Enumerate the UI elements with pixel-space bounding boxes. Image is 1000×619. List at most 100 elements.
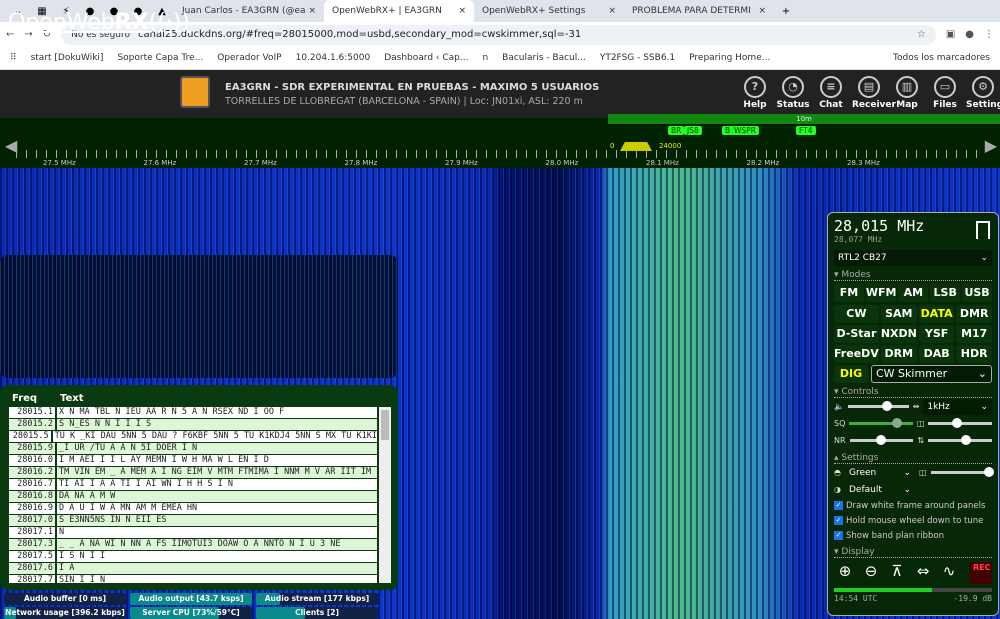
close-icon[interactable]: × — [758, 6, 766, 16]
nav-receiver[interactable]: ▤ Receiver — [852, 76, 896, 110]
bookmark-marker[interactable]: FT4 — [796, 126, 816, 135]
nav-files[interactable]: ▭ Files — [928, 76, 962, 110]
display-section-toggle[interactable]: ▾ Display — [834, 547, 992, 558]
profile-avatar[interactable]: ● — [965, 29, 974, 40]
bandwidth-select[interactable]: 1kHz ⌄ — [923, 398, 993, 415]
bookmark[interactable]: Soporte Capa Tre... — [117, 53, 203, 63]
table-row[interactable]: 28016.9 D A U I W A MN AM M EMEA HN — [9, 503, 377, 515]
bookmark[interactable]: YT2FSG - SSB6.1 — [600, 53, 675, 63]
bookmark[interactable]: n — [482, 53, 488, 63]
squelch-slider[interactable] — [849, 418, 913, 428]
bookmark-marker[interactable]: JS8 — [684, 126, 702, 135]
table-row[interactable]: 28016.7 TI AI I A A TI I AI WN I H H S I … — [9, 479, 377, 491]
controls-section-toggle[interactable]: ▾ Controls — [834, 387, 992, 398]
profile-select[interactable]: RTL2 CB27 ⌄ — [834, 250, 992, 266]
table-row[interactable]: 28015.9 _I UR /TU A A N 5I DOER I N — [9, 443, 377, 455]
url-input[interactable]: No es seguro canal25.duckdns.org/#freq=28… — [61, 24, 936, 45]
nav-map[interactable]: ▥ Map — [890, 76, 924, 110]
mode-button-ysf[interactable]: YSF — [918, 325, 955, 343]
squelch-label[interactable]: SQ — [834, 419, 845, 428]
mode-button-dig[interactable]: DIG — [834, 365, 868, 383]
bookmark-marker[interactable]: WSPR — [731, 126, 759, 135]
nav-settings[interactable]: ⚙ Settings — [966, 76, 1000, 110]
table-row[interactable]: 28017.1 N — [9, 527, 377, 539]
table-row[interactable]: 28016.8 DA NA A M W — [9, 491, 377, 503]
zoom-to-band-icon[interactable]: ⊼ — [886, 562, 908, 584]
volume-slider[interactable] — [847, 401, 909, 411]
checkbox-wheel-tune[interactable]: ✓ Hold mouse wheel down to tune — [834, 513, 992, 528]
close-icon[interactable]: × — [308, 6, 316, 16]
table-row[interactable]: 28017.6 I A — [9, 563, 377, 575]
volume-icon[interactable]: 🔈 — [834, 402, 844, 411]
table-row[interactable]: 28016.2 TM VIN EM _ A MEM A I NG EIM V MT… — [9, 467, 377, 479]
zoom-in-icon[interactable]: ⊕ — [834, 562, 856, 584]
scroll-right-icon[interactable]: ▶ — [985, 136, 997, 155]
theme-select[interactable]: Green ⌄ — [845, 465, 915, 481]
table-row[interactable]: 28017.7 SIN I I N — [9, 575, 377, 583]
close-icon[interactable]: × — [458, 6, 466, 16]
mode-button-nxdn[interactable]: NXDN — [880, 325, 917, 343]
secondary-mode-select[interactable]: CW Skimmer ⌄ — [871, 365, 992, 383]
checkbox-checked[interactable]: ✓ — [834, 531, 843, 540]
tab[interactable]: OpenWebRX+ Settings × — [474, 0, 624, 22]
star-icon[interactable]: ☆ — [917, 29, 926, 40]
tab[interactable]: Juan Carlos - EA3GRN (@ea × — [174, 0, 324, 22]
zoom-out-icon[interactable]: ⊖ — [860, 562, 882, 584]
zoom-fit-icon[interactable]: ⇔ — [912, 562, 934, 584]
bookmark[interactable]: Bacularis - Bacul... — [502, 53, 586, 63]
mode-button-sam[interactable]: SAM — [880, 305, 917, 323]
mode-button-freedv[interactable]: FreeDV — [834, 345, 879, 363]
frequency-display[interactable]: 28,015 MHz — [834, 217, 992, 235]
settings-section-toggle[interactable]: ▴ Settings — [834, 453, 992, 464]
table-row[interactable]: 28015.2 S N_ES N N I I I S — [9, 419, 377, 431]
all-bookmarks[interactable]: Todos los marcadores — [893, 53, 990, 63]
mode-button-d-star[interactable]: D-Star — [834, 325, 879, 343]
nav-chat[interactable]: ≡ Chat — [814, 76, 848, 110]
nav-status[interactable]: ◔ Status — [776, 76, 810, 110]
mode-button-data[interactable]: DATA — [918, 305, 955, 323]
checkbox-white-frame[interactable]: ✓ Draw white frame around panels — [834, 498, 992, 513]
bookmark[interactable]: Operador VoIP — [217, 53, 281, 63]
mode-button-fm[interactable]: FM — [834, 284, 864, 302]
bookmark[interactable]: start [DokuWiki] — [31, 53, 104, 63]
table-row[interactable]: 28015.5 TU K _KI DAU 5NN 5 DAU ? F6KBF 5N… — [9, 431, 377, 443]
mode-button-drm[interactable]: DRM — [880, 345, 917, 363]
record-button[interactable]: REC — [970, 562, 992, 584]
logo[interactable]: OpenWebRX((·)) — [8, 10, 190, 35]
new-tab-button[interactable]: + — [774, 6, 798, 17]
bookmark[interactable]: Preparing Home... — [689, 53, 770, 63]
agc-slider[interactable] — [928, 435, 992, 445]
bookmark[interactable]: 10.204.1.6:5000 — [296, 53, 371, 63]
extension-icon[interactable]: ▣ — [946, 29, 955, 40]
table-row[interactable]: 28017.0 S E3NN5NS IN N EII ES — [9, 515, 377, 527]
mode-button-lsb[interactable]: LSB — [930, 284, 961, 302]
close-icon[interactable]: × — [608, 6, 616, 16]
mode-button-dmr[interactable]: DMR — [956, 305, 992, 323]
bookmark-marker[interactable]: BR — [668, 126, 685, 135]
apps-icon[interactable]: ⠿ — [10, 53, 17, 63]
tab[interactable]: PROBLEMA PARA DETERMI × — [624, 0, 774, 22]
checkbox-checked[interactable]: ✓ — [834, 501, 843, 510]
mode-button-am[interactable]: AM — [898, 284, 929, 302]
tab-active[interactable]: OpenWebRX+ | EA3GRN × — [324, 0, 474, 22]
checkbox-band-plan[interactable]: ✓ Show band plan ribbon — [834, 528, 992, 543]
mode-button-m17[interactable]: M17 — [956, 325, 992, 343]
table-row[interactable]: 28017.5 I S N I I — [9, 551, 377, 563]
zoom-slider[interactable] — [928, 418, 992, 428]
palette-select[interactable]: Default ⌄ — [845, 482, 915, 498]
table-row[interactable]: 28017.3 _ _ A NA WI N NN A FS IIMOTUI3 DO… — [9, 539, 377, 551]
mode-button-usb[interactable]: USB — [962, 284, 992, 302]
nr-slider[interactable] — [849, 435, 914, 445]
mode-button-hdr[interactable]: HDR — [956, 345, 992, 363]
scrollbar[interactable] — [379, 407, 391, 583]
bookmark[interactable]: Dashboard ‹ Cap... — [384, 53, 468, 63]
mode-button-cw[interactable]: CW — [834, 305, 879, 323]
nr-label[interactable]: NR — [834, 436, 846, 445]
autoscale-icon[interactable]: ∿ — [938, 562, 960, 584]
bookmark-icon[interactable] — [976, 221, 990, 239]
table-row[interactable]: 28016.0 I M AEI I I L AY MEMN I W H MA W … — [9, 455, 377, 467]
modes-section-toggle[interactable]: ▾ Modes — [834, 270, 992, 281]
mode-button-dab[interactable]: DAB — [918, 345, 955, 363]
menu-icon[interactable]: ⋮ — [984, 29, 994, 40]
mode-button-wfm[interactable]: WFM — [865, 284, 897, 302]
